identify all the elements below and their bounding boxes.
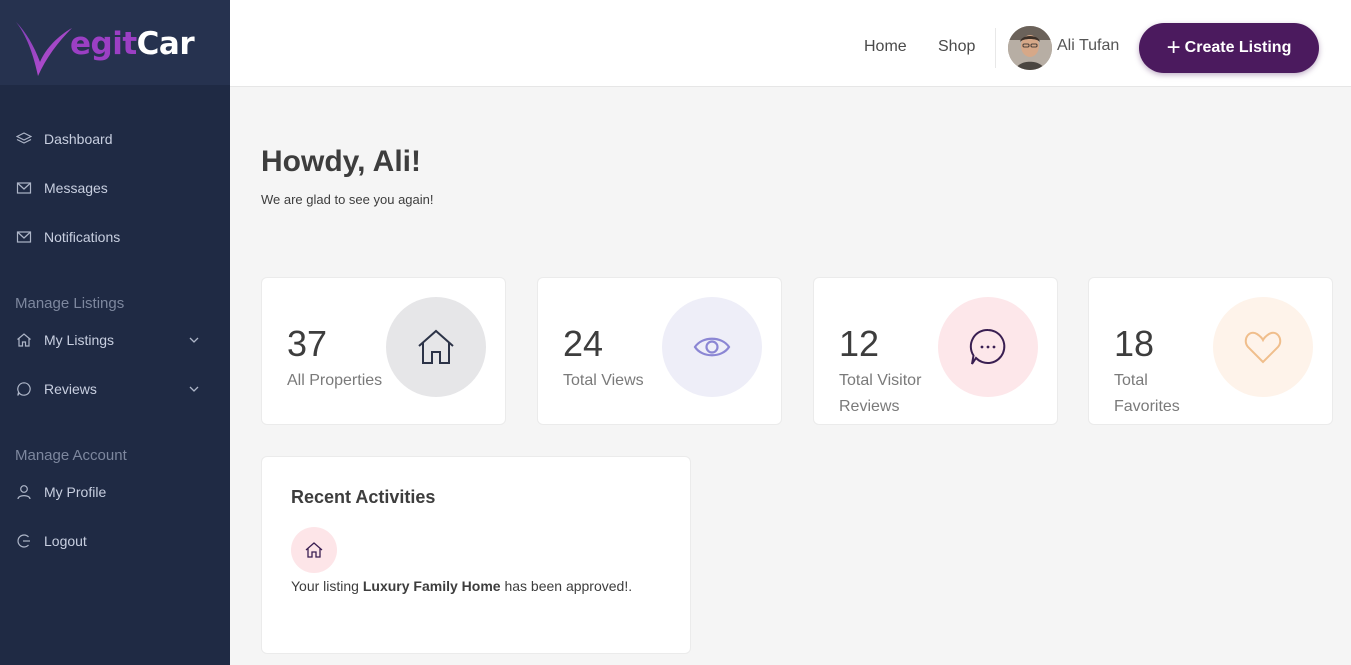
sidebar-item-reviews[interactable]: Reviews bbox=[0, 374, 230, 404]
nav-link-home[interactable]: Home bbox=[864, 38, 907, 56]
chevron-down-icon bbox=[189, 337, 199, 343]
header-divider bbox=[995, 28, 996, 68]
stat-icon-circle bbox=[386, 297, 486, 397]
sidebar-item-my-listings[interactable]: My Listings bbox=[0, 325, 230, 355]
stat-icon-circle bbox=[1213, 297, 1313, 397]
sidebar-item-notifications[interactable]: Notifications bbox=[0, 222, 230, 252]
sidebar-item-my-profile[interactable]: My Profile bbox=[0, 477, 230, 507]
plus-icon: + bbox=[1166, 34, 1181, 61]
home-icon bbox=[305, 542, 323, 558]
nav-link-shop[interactable]: Shop bbox=[938, 38, 975, 56]
mail-icon bbox=[16, 182, 32, 194]
logo[interactable]: egitCar bbox=[0, 0, 230, 85]
create-listing-button[interactable]: + Create Listing bbox=[1139, 23, 1319, 73]
stat-value: 18 bbox=[1114, 323, 1155, 364]
avatar-image bbox=[1008, 26, 1052, 70]
stat-card-properties: 37 All Properties bbox=[261, 277, 506, 425]
logout-icon bbox=[17, 534, 30, 548]
stat-value: 24 bbox=[563, 323, 604, 364]
stat-label: Total Views bbox=[563, 372, 644, 389]
stat-card-favorites: 18 Total Favorites bbox=[1088, 277, 1333, 425]
mail-icon bbox=[16, 231, 32, 243]
sidebar-item-label: Reviews bbox=[44, 381, 97, 397]
sidebar-item-label: Logout bbox=[44, 533, 87, 549]
stat-label: Total Favorites bbox=[1114, 372, 1180, 415]
activity-item-text: Your listing Luxury Family Home has been… bbox=[291, 578, 633, 594]
eye-icon bbox=[693, 337, 731, 357]
page-title: Howdy, Ali! bbox=[261, 145, 421, 178]
top-header: Home Shop Ali Tufan + Create Listing bbox=[230, 0, 1351, 87]
heart-icon bbox=[1244, 331, 1282, 364]
create-listing-label: Create Listing bbox=[1184, 39, 1292, 56]
sidebar-item-label: Dashboard bbox=[44, 131, 113, 147]
stat-label: Total Visitor Reviews bbox=[839, 372, 922, 415]
logo-check-icon bbox=[16, 22, 72, 76]
home-icon bbox=[418, 329, 454, 364]
home-icon bbox=[17, 333, 31, 347]
sidebar-item-messages[interactable]: Messages bbox=[0, 173, 230, 203]
layers-icon bbox=[16, 132, 32, 144]
avatar[interactable] bbox=[1008, 26, 1052, 70]
chat-icon bbox=[969, 328, 1006, 365]
chevron-down-icon bbox=[189, 386, 199, 392]
sidebar-item-label: My Listings bbox=[44, 332, 115, 348]
logo-text: egitCar bbox=[70, 26, 195, 62]
section-label-account: Manage Account bbox=[15, 447, 127, 464]
stat-icon-circle bbox=[938, 297, 1038, 397]
activity-listing-name[interactable]: Luxury Family Home bbox=[363, 578, 501, 594]
stat-label: All Properties bbox=[287, 372, 383, 389]
page-subtitle: We are glad to see you again! bbox=[261, 192, 434, 207]
sidebar-item-label: Messages bbox=[44, 180, 108, 196]
recent-activities-panel: Recent Activities Your listing Luxury Fa… bbox=[261, 456, 691, 654]
sidebar: egitCar Dashboard Messages Notifications… bbox=[0, 0, 230, 665]
sidebar-item-label: Notifications bbox=[44, 229, 121, 245]
panel-title: Recent Activities bbox=[291, 487, 436, 507]
stat-icon-circle bbox=[662, 297, 762, 397]
user-icon bbox=[17, 485, 31, 500]
sidebar-item-label: My Profile bbox=[44, 484, 107, 500]
section-label-listings: Manage Listings bbox=[15, 295, 125, 312]
stat-card-reviews: 12 Total Visitor Reviews bbox=[813, 277, 1058, 425]
stat-value: 37 bbox=[287, 323, 328, 364]
stat-value: 12 bbox=[839, 323, 880, 364]
sidebar-item-logout[interactable]: Logout bbox=[0, 526, 230, 556]
stat-card-views: 24 Total Views bbox=[537, 277, 782, 425]
activity-icon-circle bbox=[291, 527, 337, 573]
sidebar-item-dashboard[interactable]: Dashboard bbox=[0, 124, 230, 154]
user-name[interactable]: Ali Tufan bbox=[1057, 37, 1119, 55]
chat-icon bbox=[17, 382, 31, 396]
